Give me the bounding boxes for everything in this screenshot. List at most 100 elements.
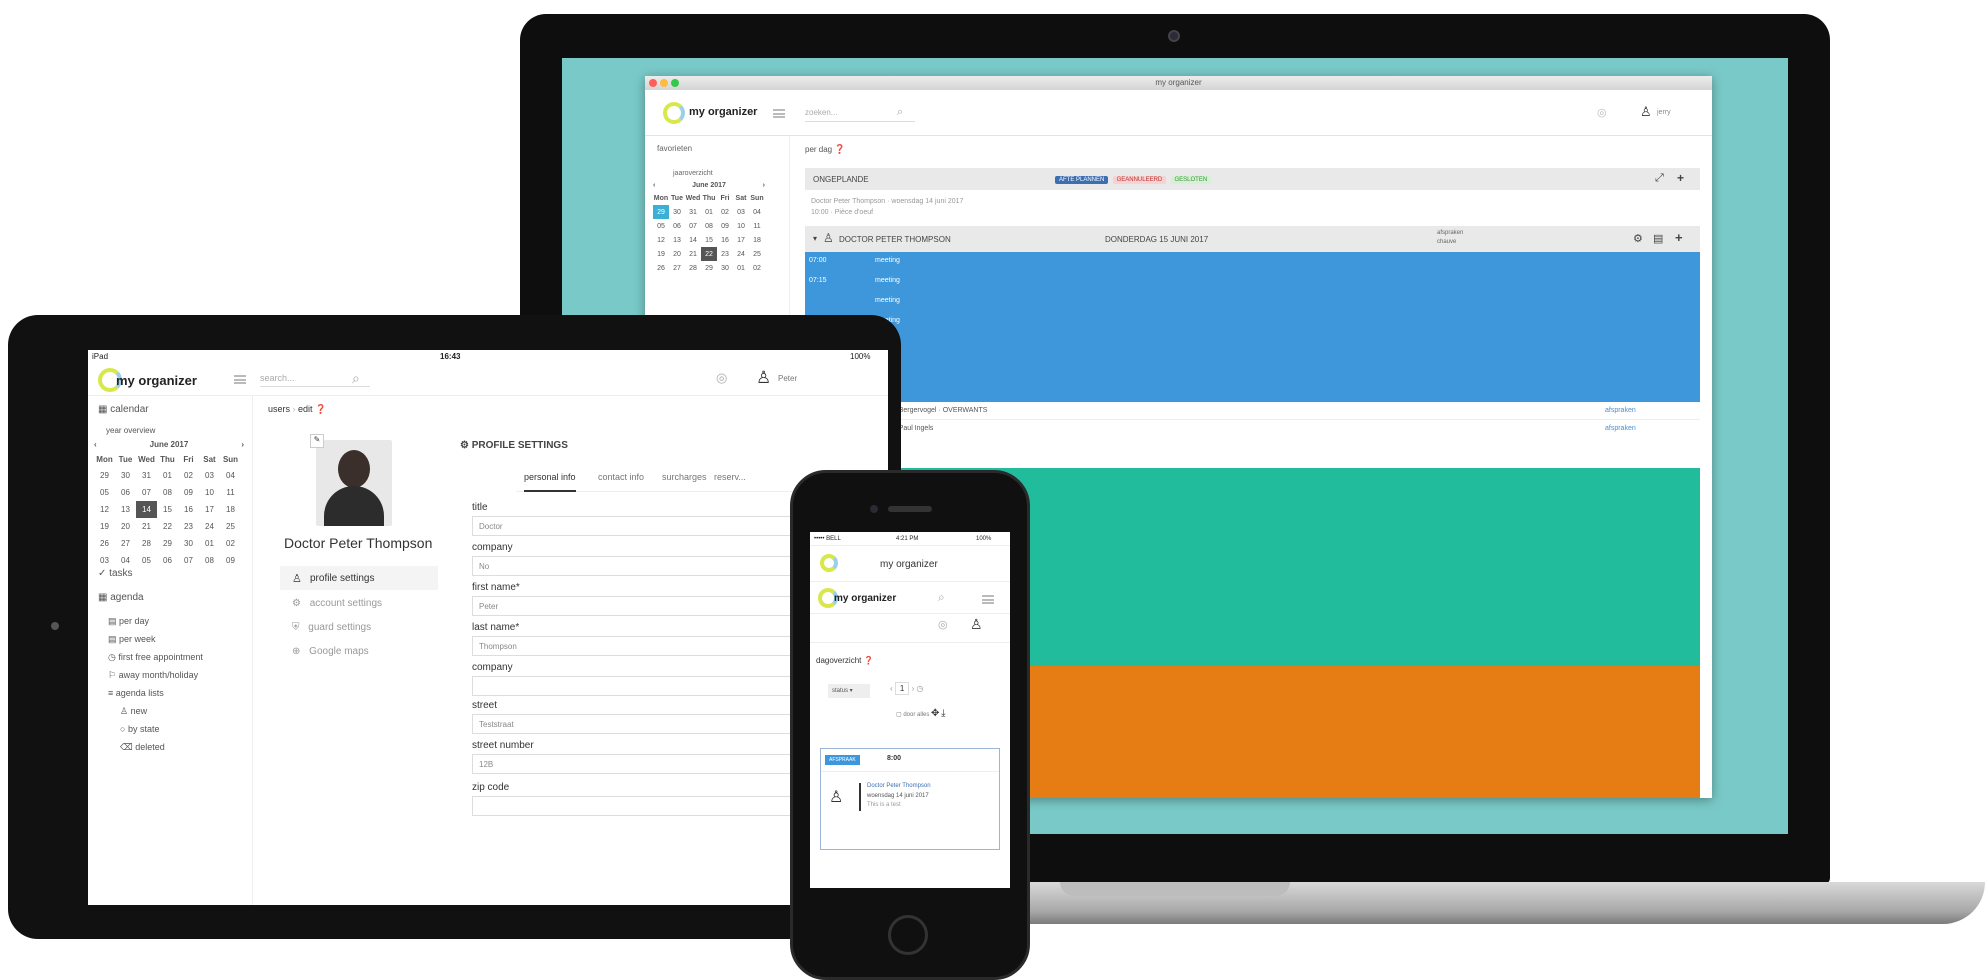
calendar-day[interactable]: 12	[653, 233, 669, 247]
chat-icon[interactable]: ◎	[1597, 106, 1607, 119]
calendar-day[interactable]: 02	[749, 261, 765, 275]
calendar-day[interactable]: 09	[717, 219, 733, 233]
calendar-day[interactable]: 13	[115, 501, 136, 518]
sidebar-item-tasks[interactable]: ✓ tasks	[98, 568, 133, 579]
calendar-day[interactable]: 16	[178, 501, 199, 518]
calendar-day[interactable]: 01	[701, 205, 717, 219]
settings-icon[interactable]: ⚙	[1633, 232, 1643, 245]
profile-nav-item[interactable]: ⚙ account settings	[292, 598, 382, 609]
calendar-day[interactable]: 05	[94, 484, 115, 501]
calendar-day[interactable]: 06	[157, 552, 178, 569]
appointment-card[interactable]: AFSPRAAK 8:00 ♙ Doctor Peter Thompson wo…	[820, 748, 1000, 850]
phone-home-button[interactable]	[888, 915, 928, 955]
calendar-day[interactable]: 20	[115, 518, 136, 535]
calendar-day[interactable]: 07	[178, 552, 199, 569]
sidebar-subitem[interactable]: ○ by state	[120, 724, 159, 734]
status-filter-select[interactable]: status ▾	[828, 684, 870, 698]
calendar-day[interactable]: 07	[685, 219, 701, 233]
calendar-day[interactable]: 26	[653, 261, 669, 275]
calendar-day[interactable]: 12	[94, 501, 115, 518]
help-icon[interactable]: ❓	[315, 404, 326, 414]
appointment-row[interactable]: 09:15 · Paul Ingels afspraken	[805, 420, 1700, 438]
card-name[interactable]: Doctor Peter Thompson	[867, 783, 931, 789]
sidebar-subitem[interactable]: ◷ first free appointment	[108, 652, 203, 663]
calendar-day[interactable]: 17	[199, 501, 220, 518]
unplanned-group-header[interactable]: ONGEPLANDE AFTE PLANNEN GEANNULEERD GESL…	[805, 168, 1700, 190]
calendar-day[interactable]: 03	[199, 467, 220, 484]
chat-icon[interactable]: ◎	[938, 618, 948, 631]
close-window-button[interactable]	[649, 79, 657, 87]
calendar-day[interactable]: 14	[136, 501, 157, 518]
calendar-day[interactable]: 15	[701, 233, 717, 247]
sidebar-subitem[interactable]: ⌫ deleted	[120, 742, 165, 753]
calendar-day[interactable]: 04	[220, 467, 241, 484]
calendar-day[interactable]: 27	[115, 535, 136, 552]
calendar-day[interactable]: 25	[220, 518, 241, 535]
sidebar-item-calendar[interactable]: ▦ calendar	[98, 404, 149, 415]
calendar-day[interactable]: 29	[653, 205, 669, 219]
search-icon[interactable]: ⌕	[352, 370, 360, 387]
download-icon[interactable]: ⤓	[941, 708, 945, 719]
user-name[interactable]: jerry	[1657, 109, 1671, 116]
calendar-day[interactable]: 25	[749, 247, 765, 261]
calendar-day[interactable]: 18	[749, 233, 765, 247]
tab-personal-info[interactable]: personal info	[524, 472, 576, 492]
maximize-window-button[interactable]	[671, 79, 679, 87]
chat-icon[interactable]: ◎	[716, 370, 727, 386]
calendar-day[interactable]: 29	[701, 261, 717, 275]
collapse-icon[interactable]: ▾	[813, 234, 817, 243]
calendar-day[interactable]: 08	[701, 219, 717, 233]
calendar-day[interactable]: 07	[136, 484, 157, 501]
calendar-day[interactable]: 19	[94, 518, 115, 535]
calendar-day[interactable]: 21	[136, 518, 157, 535]
calendar-day[interactable]: 10	[199, 484, 220, 501]
calendar-day[interactable]: 23	[178, 518, 199, 535]
move-icon[interactable]: ✥	[931, 708, 939, 719]
sidebar-item-favorites[interactable]: favorieten	[657, 144, 692, 153]
profile-nav-item[interactable]: ⛨ guard settings	[292, 622, 371, 633]
calendar-day[interactable]: 10	[733, 219, 749, 233]
tag-badge[interactable]: GEANNULEERD	[1112, 176, 1167, 184]
tag-badge[interactable]: AFTE PLANNEN	[1055, 176, 1109, 184]
calendar-day[interactable]: 21	[685, 247, 701, 261]
calendar-day[interactable]: 29	[94, 467, 115, 484]
calendar-day[interactable]: 22	[157, 518, 178, 535]
menu-icon[interactable]	[773, 109, 785, 118]
profile-nav-item[interactable]: ⊕ Google maps	[292, 646, 369, 657]
calendar-day[interactable]: 26	[94, 535, 115, 552]
sidebar-subitem[interactable]: ⚐ away month/holiday	[108, 670, 198, 681]
calendar-day[interactable]: 14	[685, 233, 701, 247]
sidebar-heading[interactable]: jaaroverzicht	[673, 170, 713, 177]
calendar-day[interactable]: 22	[701, 247, 717, 261]
calendar-day[interactable]: 31	[136, 467, 157, 484]
tab-surcharges[interactable]: surcharges	[662, 472, 707, 482]
tab-reservations[interactable]: reserv...	[714, 472, 746, 482]
calendar-day[interactable]: 13	[669, 233, 685, 247]
add-icon[interactable]: +	[1675, 230, 1683, 245]
help-icon[interactable]: ❓	[864, 656, 874, 665]
add-icon[interactable]: +	[1677, 171, 1684, 185]
next-month-icon[interactable]: ›	[241, 440, 244, 449]
avatar-icon[interactable]: ♙	[970, 616, 983, 633]
sidebar-subitem[interactable]: ▤ per day	[108, 616, 149, 627]
calendar-day[interactable]: 15	[157, 501, 178, 518]
search-icon[interactable]: ⌕	[938, 590, 945, 605]
doctor-group-header[interactable]: ▾ ♙ DOCTOR PETER THOMPSON DONDERDAG 15 J…	[805, 226, 1700, 252]
calendar-day[interactable]: 04	[115, 552, 136, 569]
calendar-day[interactable]: 05	[136, 552, 157, 569]
calendar-day[interactable]: 31	[685, 205, 701, 219]
menu-icon[interactable]	[234, 375, 246, 384]
calendar-day[interactable]: 28	[136, 535, 157, 552]
avatar-icon[interactable]: ♙	[756, 368, 771, 388]
calendar-day[interactable]: 30	[178, 535, 199, 552]
appointment-block-blue[interactable]: 07:00 meeting 07:15 meeting meeting meet…	[805, 252, 1700, 402]
profile-nav-item-active[interactable]: ♙ profile settings	[280, 566, 438, 590]
calendar-day[interactable]: 27	[669, 261, 685, 275]
calendar-day[interactable]: 09	[220, 552, 241, 569]
calendar-day[interactable]: 02	[717, 205, 733, 219]
breadcrumb-item[interactable]: edit	[298, 404, 313, 414]
tag-badge[interactable]: GESLOTEN	[1170, 176, 1212, 184]
calendar-day[interactable]: 09	[178, 484, 199, 501]
calendar-day[interactable]: 01	[157, 467, 178, 484]
prev-month-icon[interactable]: ‹	[653, 182, 655, 189]
